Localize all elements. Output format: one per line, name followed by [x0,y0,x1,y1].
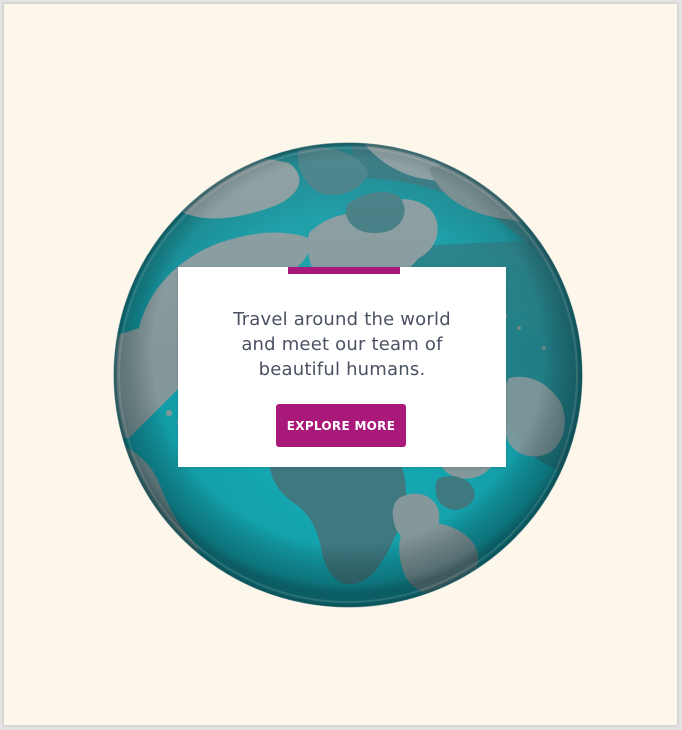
promo-text-line-3: beautiful humans. [258,359,426,380]
promo-text-line-2: and meet our team of [241,334,443,355]
card-accent-bar [288,267,400,274]
promo-text: Travel around the world and meet our tea… [192,307,492,382]
promo-text-line-1: Travel around the world [233,309,451,330]
promo-card: Travel around the world and meet our tea… [178,267,506,467]
page-frame: Travel around the world and meet our tea… [3,3,678,726]
explore-more-button[interactable]: EXPLORE MORE [276,404,406,447]
